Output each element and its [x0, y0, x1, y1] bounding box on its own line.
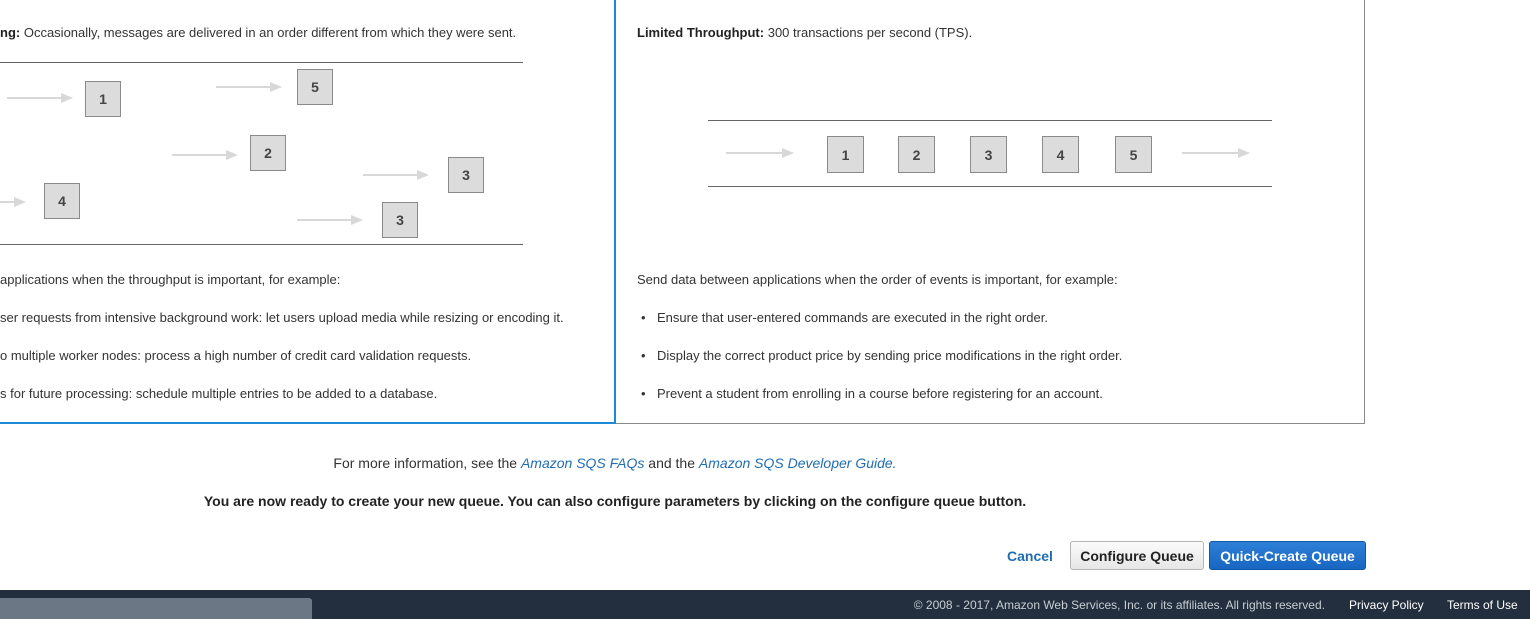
copyright-text: © 2008 - 2017, Amazon Web Services, Inc.…	[913, 598, 1325, 612]
more-info-text: For more information, see the Amazon SQS…	[0, 455, 1230, 471]
standard-ordering-description: ng: Occasionally, messages are delivered…	[0, 25, 516, 40]
fifo-diagram-top-line	[708, 120, 1272, 121]
fifo-throughput-text: 300 transactions per second (TPS).	[767, 25, 973, 40]
sqs-developer-guide-link[interactable]: Amazon SQS Developer Guide.	[699, 455, 897, 471]
more-info-middle: and the	[648, 455, 696, 471]
feedback-tab[interactable]	[0, 598, 312, 619]
message-box: 1	[827, 136, 864, 173]
fifo-use-bullet: Prevent a student from enrolling in a co…	[657, 386, 1103, 401]
message-box: 4	[44, 183, 80, 219]
message-box: 3	[382, 202, 418, 238]
message-box: 5	[1115, 136, 1152, 173]
fifo-use-bullet: Display the correct product price by sen…	[657, 348, 1123, 363]
standard-ordering-text: Occasionally, messages are delivered in …	[23, 25, 517, 40]
standard-diagram-top-line	[0, 62, 523, 63]
sqs-faqs-link[interactable]: Amazon SQS FAQs	[521, 455, 644, 471]
fifo-throughput-heading: Limited Throughput:	[637, 25, 765, 40]
terms-of-use-link[interactable]: Terms of Use	[1447, 598, 1518, 612]
message-box: 3	[448, 157, 484, 193]
bullet-icon: •	[641, 348, 646, 363]
bullet-icon: •	[641, 310, 646, 325]
fifo-throughput-description: Limited Throughput: 300 transactions per…	[637, 25, 972, 40]
message-box: 1	[85, 81, 121, 117]
arrow-icon	[297, 215, 363, 225]
fifo-use-intro: Send data between applications when the …	[637, 272, 1118, 287]
arrow-icon	[7, 93, 73, 103]
arrow-icon	[216, 82, 282, 92]
fifo-use-bullet: Ensure that user-entered commands are ex…	[657, 310, 1048, 325]
privacy-policy-link[interactable]: Privacy Policy	[1349, 598, 1424, 612]
quick-create-queue-button[interactable]: Quick-Create Queue	[1209, 541, 1366, 570]
message-box: 2	[250, 135, 286, 171]
cancel-button[interactable]: Cancel	[1000, 541, 1060, 570]
fifo-diagram-bottom-line	[708, 186, 1272, 187]
standard-use-intro: applications when the throughput is impo…	[0, 272, 341, 287]
message-box: 5	[297, 69, 333, 105]
message-box: 4	[1042, 136, 1079, 173]
standard-use-bullet: ser requests from intensive background w…	[0, 310, 564, 325]
standard-use-bullet: o multiple worker nodes: process a high …	[0, 348, 472, 363]
message-box: 3	[970, 136, 1007, 173]
arrow-icon	[1182, 148, 1250, 158]
arrow-icon	[0, 197, 26, 207]
bullet-icon: •	[641, 386, 646, 401]
arrow-icon	[726, 148, 794, 158]
configure-queue-button[interactable]: Configure Queue	[1070, 541, 1204, 570]
footer-bar: © 2008 - 2017, Amazon Web Services, Inc.…	[0, 590, 1530, 619]
standard-diagram-bottom-line	[0, 244, 523, 245]
message-box: 2	[898, 136, 935, 173]
more-info-prefix: For more information, see the	[333, 455, 518, 471]
standard-ordering-heading: ng:	[0, 25, 21, 40]
standard-use-bullet: s for future processing: schedule multip…	[0, 386, 438, 401]
ready-message: You are now ready to create your new que…	[203, 493, 1027, 509]
arrow-icon	[363, 170, 429, 180]
arrow-icon	[172, 150, 238, 160]
